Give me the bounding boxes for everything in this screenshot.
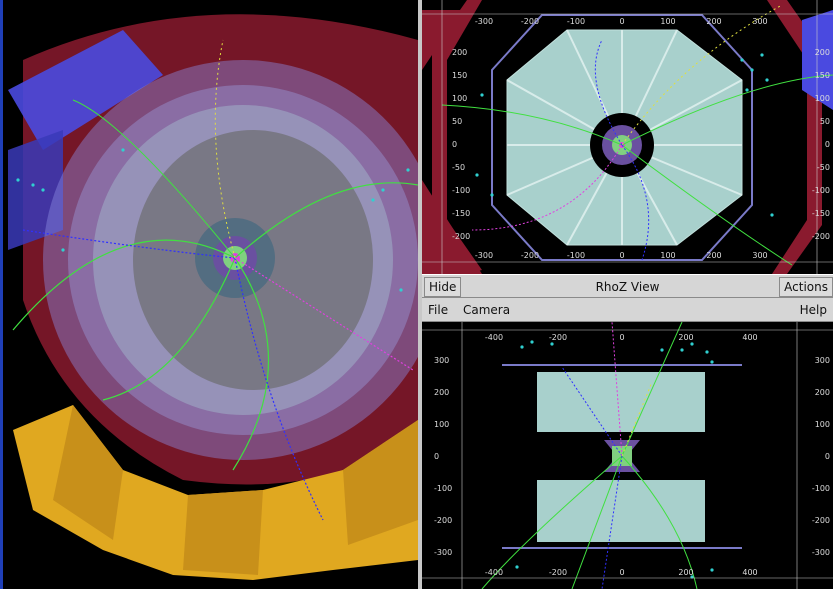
rhoz-x-axis-bottom: -400 -200 0 200 400 — [485, 568, 758, 577]
rhoz-x-tick-label: -400 — [485, 568, 503, 577]
rphi-y-tick-label: 100 — [452, 94, 467, 103]
rhoz-y-tick-label: -200 — [434, 516, 452, 525]
rhoz-y-tick-label: 0 — [434, 452, 439, 461]
menu-help-label: Help — [799, 303, 827, 317]
rhoz-x-tick-label: -200 — [549, 333, 567, 342]
rphi-x-tick-label: 100 — [660, 17, 675, 26]
rphi-x-tick-label: 100 — [660, 251, 675, 260]
rhoz-x-tick-label: -200 — [549, 568, 567, 577]
rphi-view-canvas[interactable]: -300 -200 -100 0 100 200 300 -300 -200 -100 0 100 2… — [422, 0, 833, 274]
rphi-y-tick-label: -150 — [812, 209, 830, 218]
3d-event-display — [8, 14, 418, 580]
rphi-x-tick-label: -100 — [567, 17, 585, 26]
rphi-y-tick-label: 150 — [815, 71, 830, 80]
rphi-x-tick-label: 300 — [752, 17, 767, 26]
rhoz-view-canvas[interactable]: -400 -200 0 200 400 -400 -200 0 200 400 300 200 10… — [422, 322, 833, 589]
rhoz-y-tick-label: -200 — [812, 516, 830, 525]
rhoz-y-tick-label: 300 — [815, 356, 830, 365]
menu-camera[interactable]: Camera — [463, 298, 510, 322]
rhoz-y-tick-label: 100 — [815, 420, 830, 429]
rphi-y-tick-label: 200 — [815, 48, 830, 57]
menu-camera-label: Camera — [463, 303, 511, 317]
rhoz-x-tick-label: 200 — [678, 333, 693, 342]
rphi-y-tick-label: 0 — [825, 140, 830, 149]
rphi-y-tick-label: -150 — [452, 209, 470, 218]
menu-help[interactable]: Help — [800, 298, 827, 322]
rphi-y-tick-label: 100 — [815, 94, 830, 103]
rhoz-x-tick-label: 0 — [619, 568, 624, 577]
rphi-y-tick-label: -100 — [812, 186, 830, 195]
rphi-x-tick-label: -200 — [521, 17, 539, 26]
rphi-y-tick-label: -200 — [452, 232, 470, 241]
rhoz-y-tick-label: -100 — [434, 484, 452, 493]
rphi-x-tick-label: -300 — [475, 251, 493, 260]
rphi-x-tick-label: -200 — [521, 251, 539, 260]
rhoz-x-tick-label: 400 — [742, 568, 757, 577]
rphi-y-tick-label: -100 — [452, 186, 470, 195]
rphi-y-tick-label: 50 — [452, 117, 462, 126]
rphi-y-tick-label: 200 — [452, 48, 467, 57]
rhoz-y-tick-label: 200 — [815, 388, 830, 397]
rphi-y-tick-label: 50 — [820, 117, 830, 126]
rphi-y-axis-left: 200 150 100 50 0 -50 -100 -150 -200 — [452, 48, 470, 241]
rphi-y-tick-label: 0 — [452, 140, 457, 149]
rphi-x-tick-label: 200 — [706, 17, 721, 26]
rhoz-y-axis-left: 300 200 100 0 -100 -200 -300 — [434, 356, 452, 557]
rhoz-y-tick-label: 0 — [825, 452, 830, 461]
rhoz-x-tick-label: 200 — [678, 568, 693, 577]
rhoz-y-tick-label: -100 — [812, 484, 830, 493]
rphi-x-tick-label: -300 — [475, 17, 493, 26]
rphi-x-tick-label: 200 — [706, 251, 721, 260]
rphi-x-axis-top: -300 -200 -100 0 100 200 300 — [475, 17, 768, 26]
rhoz-y-tick-label: -300 — [812, 548, 830, 557]
menu-file-label: File — [428, 303, 449, 317]
rhoz-x-tick-label: -400 — [485, 333, 503, 342]
rhoz-event-display: -400 -200 0 200 400 -400 -200 0 200 400 300 200 10… — [422, 322, 833, 589]
rhoz-title-bar: Hide RhoZ View Actions — [422, 274, 833, 298]
actions-button[interactable]: Actions — [779, 277, 833, 297]
rphi-y-tick-label: -50 — [817, 163, 830, 172]
rphi-event-display: -300 -200 -100 0 100 200 300 -300 -200 -100 0 100 2… — [422, 0, 833, 274]
rphi-x-tick-label: -100 — [567, 251, 585, 260]
menu-file[interactable]: File — [428, 298, 448, 322]
view-title: RhoZ View — [595, 280, 660, 294]
rhoz-y-tick-label: 100 — [434, 420, 449, 429]
rhoz-x-tick-label: 400 — [742, 333, 757, 342]
rhoz-y-tick-label: 200 — [434, 388, 449, 397]
rhoz-y-axis-right: 300 200 100 0 -100 -200 -300 — [812, 356, 830, 557]
rhoz-x-axis-top: -400 -200 0 200 400 — [485, 333, 758, 342]
rhoz-y-tick-label: 300 — [434, 356, 449, 365]
rphi-y-tick-label: -200 — [812, 232, 830, 241]
rphi-x-tick-label: 300 — [752, 251, 767, 260]
rhoz-x-tick-label: 0 — [619, 333, 624, 342]
rphi-x-tick-label: 0 — [619, 17, 624, 26]
rphi-x-tick-label: 0 — [619, 251, 624, 260]
rphi-x-axis-bottom: -300 -200 -100 0 100 200 300 — [475, 251, 768, 260]
3d-view-canvas[interactable] — [0, 0, 418, 589]
rphi-y-tick-label: -50 — [452, 163, 465, 172]
rhoz-y-tick-label: -300 — [434, 548, 452, 557]
rphi-y-tick-label: 150 — [452, 71, 467, 80]
rhoz-menu-bar: File Camera Help — [422, 298, 833, 322]
